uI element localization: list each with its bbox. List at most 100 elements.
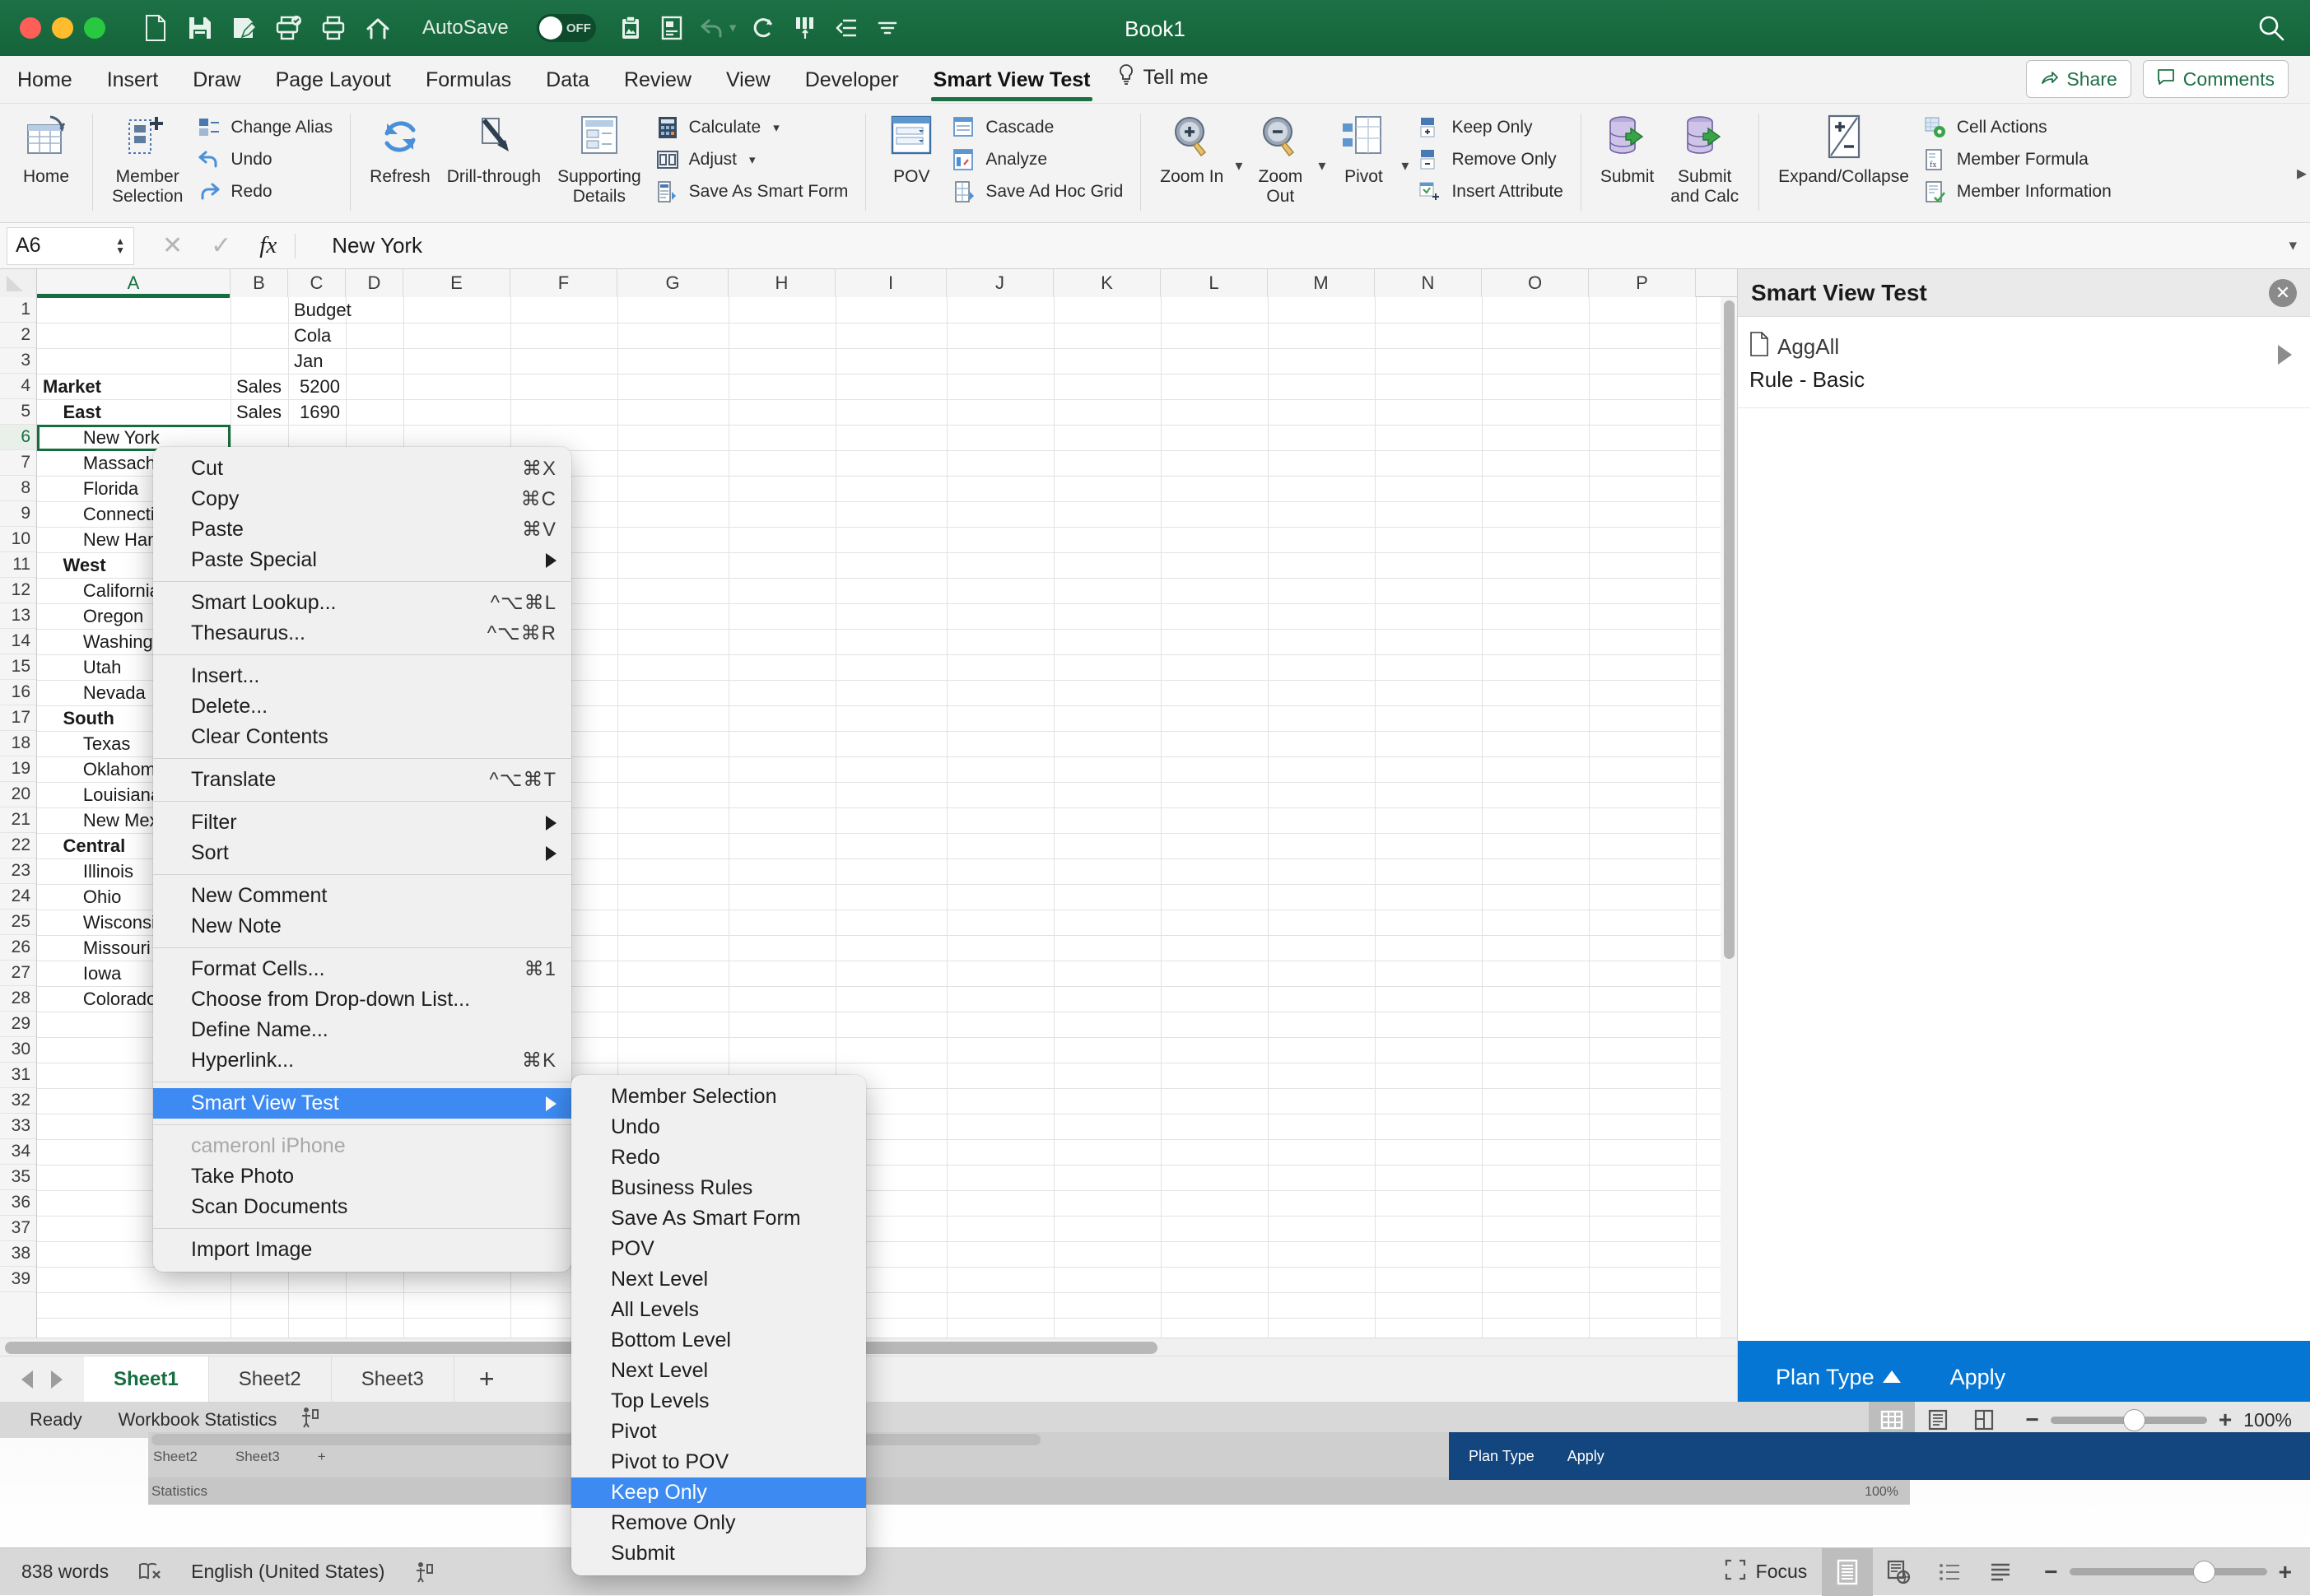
column-header-c[interactable]: C	[288, 269, 346, 297]
menu-item-sort[interactable]: Sort	[153, 838, 571, 868]
ribbon-undo-button[interactable]: Undo	[191, 146, 338, 174]
zoom-slider[interactable]	[2051, 1417, 2207, 1424]
submenu-item-submit[interactable]: Submit	[571, 1538, 866, 1569]
row-header-20[interactable]: 20	[0, 782, 36, 807]
share-button[interactable]: Share	[2026, 60, 2131, 98]
draft-icon[interactable]	[1975, 1548, 2026, 1596]
row-header-8[interactable]: 8	[0, 476, 36, 501]
row-header-38[interactable]: 38	[0, 1241, 36, 1267]
menu-item-paste[interactable]: Paste⌘V	[153, 514, 571, 545]
new-document-icon[interactable]	[142, 14, 169, 42]
row-header-29[interactable]: 29	[0, 1012, 36, 1037]
submenu-item-remove-only[interactable]: Remove Only	[571, 1508, 866, 1538]
sheet-tab-sheet1[interactable]: Sheet1	[84, 1356, 209, 1402]
tab-home[interactable]: Home	[0, 68, 90, 103]
ribbon-submit-and-calc-button[interactable]: Submit and Calc	[1662, 109, 1747, 206]
form-icon[interactable]	[659, 14, 685, 42]
submenu-item-pivot-to-pov[interactable]: Pivot to POV	[571, 1447, 866, 1477]
language-label[interactable]: English (United States)	[176, 1561, 399, 1583]
ribbon-insert-attribute-button[interactable]: Insert Attribute	[1412, 178, 1568, 206]
apply-button[interactable]: Apply	[1950, 1365, 2006, 1390]
menu-item-hyperlink[interactable]: Hyperlink...⌘K	[153, 1045, 571, 1076]
row-header-3[interactable]: 3	[0, 348, 36, 374]
accept-icon[interactable]: ✓	[211, 231, 231, 260]
tab-data[interactable]: Data	[529, 68, 607, 103]
cancel-icon[interactable]: ✕	[162, 231, 183, 260]
tab-smart-view-test[interactable]: Smart View Test	[916, 68, 1108, 103]
pivot-caret-icon[interactable]: ▾	[1398, 157, 1412, 174]
name-box[interactable]: A6 ▲▼	[7, 227, 134, 265]
ribbon-calculate-button[interactable]: Calculate ▾	[650, 114, 855, 142]
vertical-scrollbar[interactable]	[1721, 297, 1737, 1338]
formula-bar-expand-icon[interactable]: ▾	[2289, 236, 2297, 255]
close-icon[interactable]: ✕	[2269, 279, 2297, 307]
undo-icon[interactable]	[700, 14, 726, 42]
ribbon-redo-button[interactable]: Redo	[191, 178, 338, 206]
tab-developer[interactable]: Developer	[788, 68, 916, 103]
name-box-spinner-icon[interactable]: ▲▼	[115, 238, 125, 254]
accessibility-icon[interactable]	[288, 1407, 331, 1433]
zoom-out-button[interactable]: −	[2025, 1407, 2038, 1433]
row-header-7[interactable]: 7	[0, 450, 36, 476]
print-layout-icon[interactable]	[1822, 1548, 1873, 1596]
column-header-a[interactable]: A	[37, 269, 231, 297]
tab-draw[interactable]: Draw	[175, 68, 258, 103]
undo-caret-icon[interactable]: ▾	[729, 20, 737, 36]
tab-insert[interactable]: Insert	[90, 68, 176, 103]
row-header-25[interactable]: 25	[0, 910, 36, 935]
row-header-2[interactable]: 2	[0, 323, 36, 348]
menu-item-format-cells[interactable]: Format Cells...⌘1	[153, 954, 571, 984]
fx-icon[interactable]: fx	[259, 232, 277, 259]
home-icon[interactable]	[365, 14, 391, 42]
submenu-item-pivot[interactable]: Pivot	[571, 1417, 866, 1447]
word-count[interactable]: 838 words	[0, 1561, 123, 1583]
cell-B5[interactable]: Sales	[231, 399, 288, 425]
tell-me-button[interactable]: Tell me	[1107, 63, 1218, 103]
row-header-17[interactable]: 17	[0, 705, 36, 731]
context-menu[interactable]: Cut⌘XCopy⌘CPaste⌘VPaste SpecialSmart Loo…	[153, 447, 571, 1272]
ribbon-zoom-out-button[interactable]: Zoom Out	[1246, 109, 1315, 206]
column-header-m[interactable]: M	[1268, 269, 1375, 297]
row-header-18[interactable]: 18	[0, 731, 36, 756]
row-header-11[interactable]: 11	[0, 552, 36, 578]
zoom-control[interactable]: − + 100%	[2007, 1407, 2310, 1433]
tab-formulas[interactable]: Formulas	[408, 68, 529, 103]
row-header-22[interactable]: 22	[0, 833, 36, 858]
row-header-9[interactable]: 9	[0, 501, 36, 527]
column-header-n[interactable]: N	[1375, 269, 1482, 297]
column-header-i[interactable]: I	[836, 269, 947, 297]
ribbon-overflow-icon[interactable]: ▸	[2297, 161, 2307, 185]
chevron-right-icon[interactable]	[2278, 345, 2292, 365]
word-zoom-in-button[interactable]: +	[2279, 1559, 2292, 1585]
row-header-24[interactable]: 24	[0, 884, 36, 910]
row-header-16[interactable]: 16	[0, 680, 36, 705]
ribbon-save-as-smart-form-button[interactable]: Save As Smart Form	[650, 178, 855, 206]
workbook-statistics-button[interactable]: Workbook Statistics	[94, 1409, 289, 1431]
ribbon-pov-button[interactable]: POV	[877, 109, 946, 187]
ribbon-change-alias-button[interactable]: Change Alias	[191, 114, 338, 142]
tab-view[interactable]: View	[709, 68, 788, 103]
row-header-21[interactable]: 21	[0, 807, 36, 833]
row-header-26[interactable]: 26	[0, 935, 36, 961]
outline-icon[interactable]	[1924, 1548, 1975, 1596]
cell-C1[interactable]: Budget	[288, 297, 346, 323]
ribbon-drill-through-button[interactable]: Drill-through	[439, 109, 549, 187]
row-header-33[interactable]: 33	[0, 1114, 36, 1139]
menu-item-translate[interactable]: Translate^⌥⌘T	[153, 765, 571, 795]
focus-button[interactable]: Focus	[1710, 1559, 1823, 1585]
adjust-caret-icon[interactable]: ▾	[749, 152, 756, 167]
submenu-item-member-selection[interactable]: Member Selection	[571, 1082, 866, 1112]
word-zoom-out-button[interactable]: −	[2044, 1559, 2057, 1585]
list-icon[interactable]	[833, 14, 859, 42]
ribbon-member-selection-button[interactable]: Member Selection	[104, 109, 191, 206]
row-header-12[interactable]: 12	[0, 578, 36, 603]
menu-item-take-photo[interactable]: Take Photo	[153, 1161, 571, 1192]
word-zoom-slider[interactable]	[2070, 1568, 2267, 1575]
menu-item-smart-view-test[interactable]: Smart View Test	[153, 1088, 571, 1119]
word-zoom-control[interactable]: − +	[2026, 1559, 2310, 1585]
menu-item-choose-from-drop-down-list[interactable]: Choose from Drop-down List...	[153, 984, 571, 1015]
menu-item-delete[interactable]: Delete...	[153, 691, 571, 722]
cell-B4[interactable]: Sales	[231, 374, 288, 399]
ribbon-submit-button[interactable]: Submit	[1592, 109, 1662, 187]
menu-item-smart-lookup[interactable]: Smart Lookup...^⌥⌘L	[153, 588, 571, 618]
